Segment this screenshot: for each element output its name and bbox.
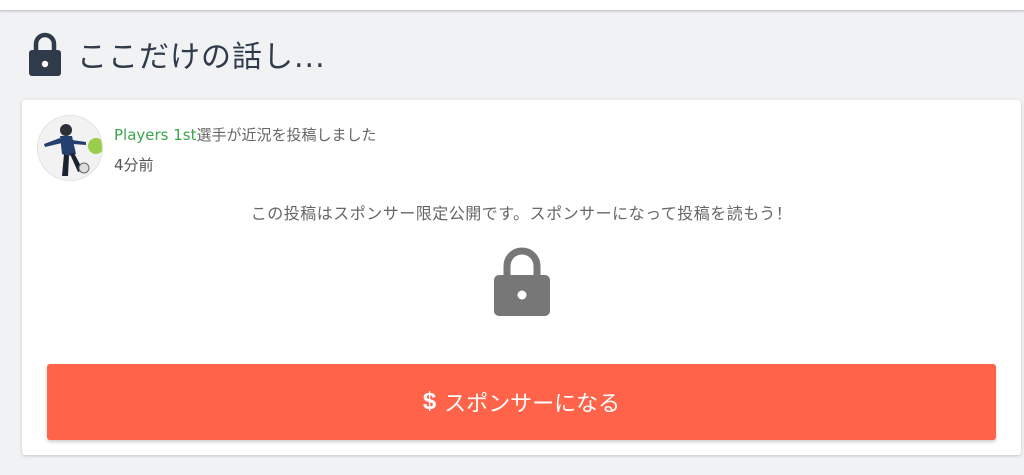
player-photo: [38, 116, 102, 180]
post-card: Players 1st選手が近況を投稿しました 4分前 この投稿はスポンサー限定…: [22, 100, 1021, 455]
player-name-link[interactable]: Players 1st: [114, 126, 197, 144]
sponsor-only-message: この投稿はスポンサー限定公開です。スポンサーになって投稿を読もう！: [250, 204, 793, 223]
post-action-text: 選手が近況を投稿しました: [196, 126, 377, 144]
section-header: ここだけの話し...: [27, 30, 326, 78]
become-sponsor-button[interactable]: $ スポンサーになる: [47, 364, 996, 440]
post-headline: Players 1st選手が近況を投稿しました: [114, 124, 377, 146]
locked-content-icon: [494, 247, 550, 316]
post-meta: Players 1st選手が近況を投稿しました 4分前: [114, 124, 377, 175]
section-title: ここだけの話し...: [77, 40, 326, 75]
avatar[interactable]: [37, 115, 103, 181]
post-time: 4分前: [114, 156, 154, 174]
top-bar: [0, 0, 1024, 11]
dollar-icon: $: [422, 388, 437, 415]
lock-icon: [29, 32, 61, 76]
become-sponsor-label: スポンサーになる: [444, 391, 621, 416]
